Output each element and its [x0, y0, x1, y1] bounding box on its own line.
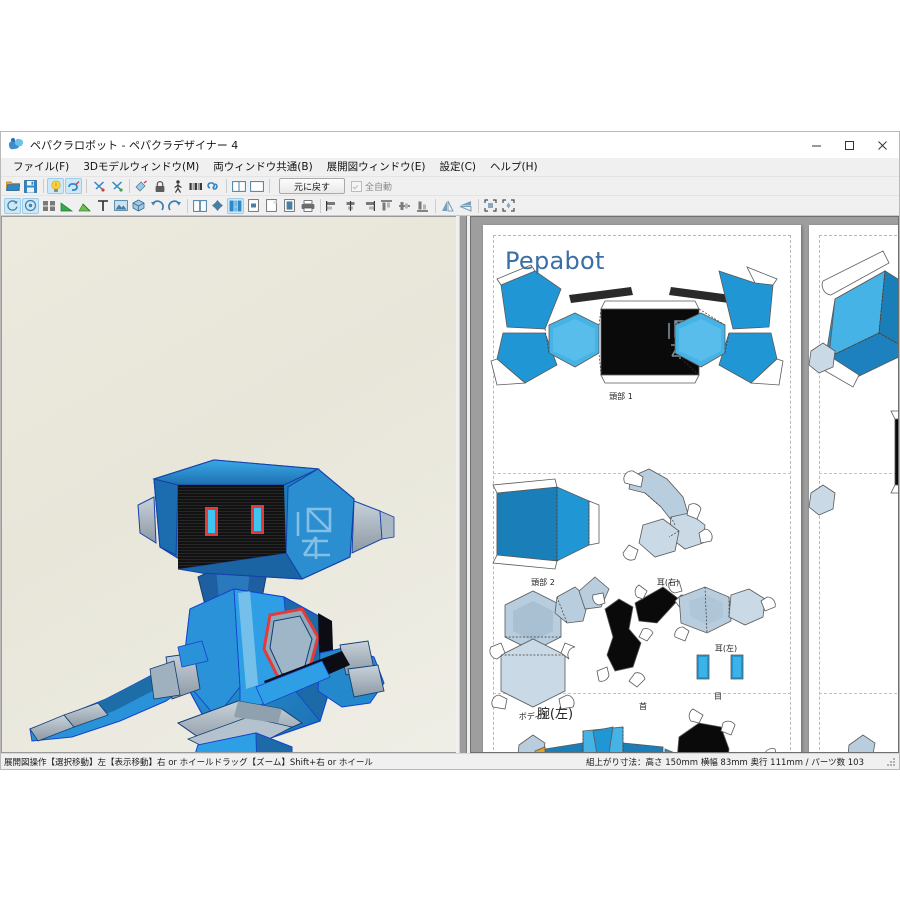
close-button[interactable]	[866, 132, 899, 158]
pan-tool-icon[interactable]	[22, 197, 39, 214]
resize-grip[interactable]	[884, 755, 897, 768]
unfold-pattern-viewport[interactable]: Pepabot 頭部 1 頭部 2 耳(右) 耳(左) ボディ1 首 目 腕(左…	[470, 216, 899, 753]
image-tool-icon[interactable]	[112, 198, 129, 214]
page-add-icon[interactable]	[245, 198, 262, 214]
shape-tool-icon[interactable]	[130, 198, 147, 214]
status-bar: 展開図操作【選択移動】左【表示移動】右 or ホイールドラッグ【ズーム】Shif…	[1, 753, 899, 769]
part-arm-left-label: 腕(左)	[536, 707, 574, 722]
menu-help[interactable]: ヘルプ(H)	[483, 159, 545, 176]
status-hint: 展開図操作【選択移動】左【表示移動】右 or ホイールドラッグ【ズーム】Shif…	[4, 757, 373, 768]
status-dimensions: 組上がり寸法：高さ 150mm 横幅 83mm 奥行 111mm / パーツ数 …	[586, 757, 864, 768]
align-bottom-icon[interactable]	[414, 198, 431, 214]
robot-3d-render	[29, 459, 395, 752]
paint-icon[interactable]	[133, 178, 150, 194]
book-layout-icon[interactable]	[191, 198, 208, 214]
pepakura-icon	[8, 137, 24, 153]
minimize-button[interactable]	[800, 132, 833, 158]
save-file-icon[interactable]	[22, 178, 39, 194]
rotate-tool-icon[interactable]	[4, 197, 21, 214]
page-remove-icon[interactable]	[263, 198, 280, 214]
part-head-1-label: 頭部 1	[609, 392, 633, 401]
part-neck-label: 首	[639, 702, 647, 711]
scatter-parts-icon[interactable]	[209, 198, 226, 214]
part-ear-right-label: 耳(右)	[656, 578, 680, 587]
window-title: ペパクラロボット - ペパクラデザイナー 4	[30, 139, 239, 152]
flip-horizontal-icon[interactable]	[439, 198, 456, 214]
pattern-page-2[interactable]: ボディ3 腕(右)	[808, 225, 898, 752]
unfold-highlight-icon[interactable]	[47, 178, 64, 194]
pane-splitter[interactable]	[456, 216, 470, 753]
print-icon[interactable]	[299, 198, 316, 214]
align-top-icon[interactable]	[378, 198, 395, 214]
align-right-icon[interactable]	[360, 198, 377, 214]
page-setup-icon[interactable]	[281, 198, 298, 214]
menu-both-windows[interactable]: 両ウィンドウ共通(B)	[206, 159, 319, 176]
single-view-icon[interactable]	[248, 178, 265, 194]
title-bar: ペパクラロボット - ペパクラデザイナー 4	[1, 132, 899, 159]
divide-faces-icon[interactable]	[108, 178, 125, 194]
scale-figure-icon[interactable]	[169, 178, 186, 194]
menu-unfold-window[interactable]: 展開図ウィンドウ(E)	[320, 159, 433, 176]
fold-tool-icon[interactable]	[76, 198, 93, 214]
menu-bar: ファイル(F) 3Dモデルウィンドウ(M) 両ウィンドウ共通(B) 展開図ウィン…	[1, 159, 899, 176]
cut-tool-icon[interactable]	[40, 198, 57, 214]
3d-model-viewport[interactable]	[1, 216, 456, 753]
fit-page-icon[interactable]	[482, 198, 499, 214]
auto-mode-label: 全自動	[365, 182, 393, 193]
zoom-all-icon[interactable]	[500, 198, 517, 214]
menu-file[interactable]: ファイル(F)	[6, 159, 76, 176]
redo-arrow-icon[interactable]	[166, 198, 183, 214]
sheet-title: Pepabot	[505, 247, 605, 275]
undo-button[interactable]: 元に戻す	[279, 178, 345, 194]
menu-settings[interactable]: 設定(C)	[433, 159, 484, 176]
maximize-button[interactable]	[833, 132, 866, 158]
flap-edit-icon[interactable]	[205, 178, 222, 194]
pattern-page-1[interactable]: Pepabot 頭部 1 頭部 2 耳(右) 耳(左) ボディ1 首 目 腕(左…	[483, 225, 801, 752]
part-eye-label: 目	[714, 692, 722, 701]
join-faces-icon[interactable]	[65, 178, 82, 194]
toolbar-secondary	[1, 195, 899, 216]
separate-faces-icon[interactable]	[90, 178, 107, 194]
align-middle-icon[interactable]	[396, 198, 413, 214]
toolbar-primary: 元に戻す 全自動	[1, 176, 899, 195]
measure-icon[interactable]	[187, 178, 204, 194]
undo-arrow-icon[interactable]	[148, 198, 165, 214]
lock-icon[interactable]	[151, 178, 168, 194]
part-head-2-label: 頭部 2	[531, 578, 555, 587]
split-view-vertical-icon[interactable]	[230, 178, 247, 194]
page-2-artwork	[808, 250, 898, 752]
align-left-icon[interactable]	[324, 198, 341, 214]
text-tool-icon[interactable]	[94, 198, 111, 214]
flip-vertical-icon[interactable]	[457, 198, 474, 214]
open-file-icon[interactable]	[4, 178, 21, 194]
part-ear-left-label: 耳(左)	[714, 644, 738, 653]
pack-parts-icon[interactable]	[227, 197, 244, 214]
angle-tool-icon[interactable]	[58, 198, 75, 214]
auto-mode-checkbox[interactable]: 全自動	[351, 180, 392, 193]
menu-3d-model-window[interactable]: 3Dモデルウィンドウ(M)	[76, 159, 206, 176]
app-window: ペパクラロボット - ペパクラデザイナー 4 ファイル(F) 3Dモデルウィンド…	[0, 131, 900, 770]
align-center-icon[interactable]	[342, 198, 359, 214]
auto-mode-checkbox-box[interactable]	[351, 180, 362, 192]
screen-root: ペパクラロボット - ペパクラデザイナー 4 ファイル(F) 3Dモデルウィンド…	[0, 0, 900, 900]
workspace: Pepabot 頭部 1 頭部 2 耳(右) 耳(左) ボディ1 首 目 腕(左…	[1, 216, 899, 753]
page-1-artwork	[489, 264, 784, 752]
window-controls	[800, 132, 899, 158]
